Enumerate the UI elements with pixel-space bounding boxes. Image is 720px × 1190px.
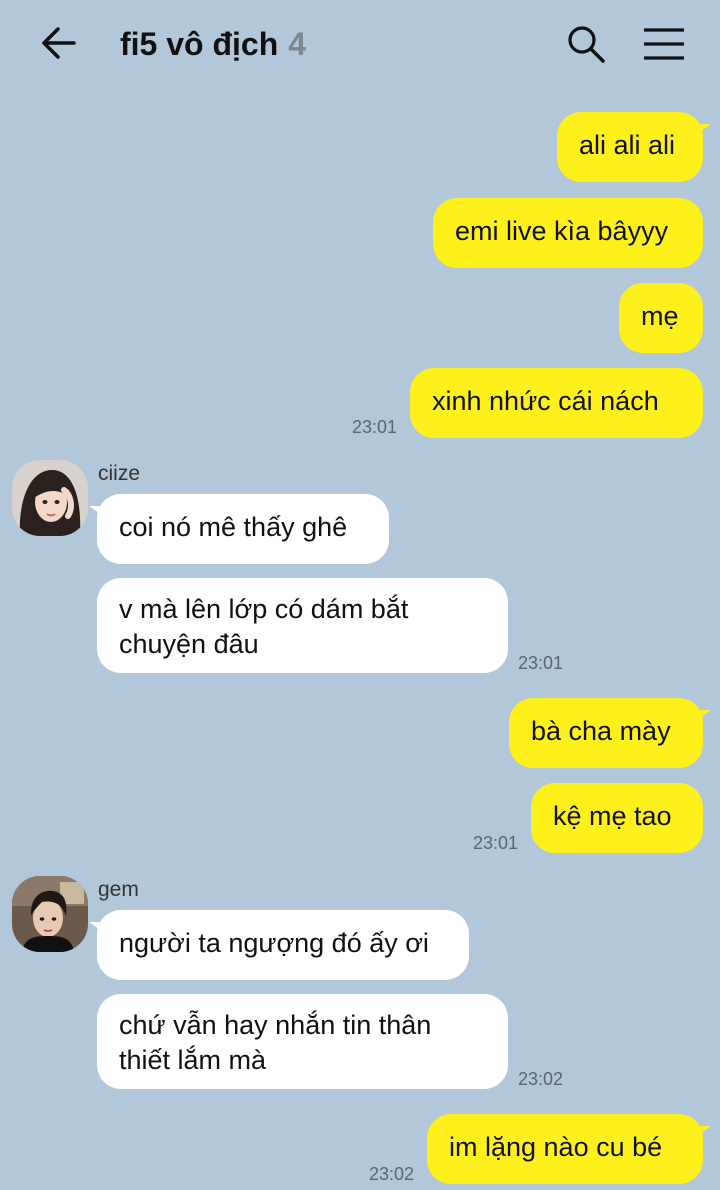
message-bubble-outgoing[interactable]: xinh nhức cái nách [410, 368, 703, 438]
member-count: 4 [288, 26, 307, 62]
message-bubble-outgoing[interactable]: bà cha mày [509, 698, 711, 768]
chat-header: fi5 vô địch 4 [0, 0, 720, 88]
message-timestamp: 23:01 [352, 417, 398, 437]
message-bubble-outgoing[interactable]: kệ mẹ tao [531, 783, 703, 853]
message-timestamp: 23:02 [369, 1164, 415, 1184]
avatar[interactable] [12, 460, 88, 536]
message-bubble-incoming[interactable]: coi nó mê thấy ghê [89, 494, 389, 564]
message-text-line: chuyện đâu [119, 629, 259, 659]
message-text: kệ mẹ tao [553, 801, 672, 831]
avatar-photo [12, 460, 88, 536]
message-text-line: chứ vẫn hay nhắn tin thân [119, 1010, 432, 1040]
message-bubble-outgoing[interactable]: im lặng nào cu bé [427, 1114, 711, 1184]
search-icon[interactable] [566, 24, 606, 64]
sender-name: ciize [98, 462, 141, 485]
message-text: coi nó mê thấy ghê [119, 512, 348, 542]
message-text: ali ali ali [579, 130, 676, 160]
message-text-line: thiết lắm mà [119, 1045, 267, 1075]
message-timestamp: 23:01 [518, 653, 564, 673]
message-bubble-incoming[interactable]: người ta ngượng đó ấy ơi [89, 910, 469, 980]
message-text: im lặng nào cu bé [449, 1132, 663, 1162]
message-text: bà cha mày [531, 716, 671, 746]
hamburger-menu-icon[interactable] [643, 26, 685, 62]
message-text: người ta ngượng đó ấy ơi [119, 928, 429, 958]
avatar[interactable] [12, 876, 88, 952]
chat-title: fi5 vô địch 4 [120, 24, 306, 64]
chat-name: fi5 vô địch [120, 26, 279, 62]
message-bubble-outgoing[interactable]: emi live kìa bâyyy [433, 198, 703, 268]
message-text-line: v mà lên lớp có dám bắt [119, 594, 409, 624]
avatar-photo [12, 876, 88, 952]
message-timestamp: 23:02 [518, 1069, 564, 1089]
message-bubble-outgoing[interactable]: ali ali ali [557, 112, 711, 182]
message-timestamp: 23:01 [473, 833, 519, 853]
message-text: emi live kìa bâyyy [455, 216, 669, 246]
message-bubble-incoming[interactable]: v mà lên lớp có dám bắt chuyện đâu [97, 578, 508, 673]
message-text: mẹ [641, 301, 679, 331]
arrow-left-icon[interactable] [38, 22, 80, 64]
message-bubble-incoming[interactable]: chứ vẫn hay nhắn tin thân thiết lắm mà [97, 994, 508, 1089]
message-text: xinh nhức cái nách [432, 386, 659, 416]
message-bubble-outgoing[interactable]: mẹ [619, 283, 703, 353]
sender-name: gem [98, 878, 139, 901]
